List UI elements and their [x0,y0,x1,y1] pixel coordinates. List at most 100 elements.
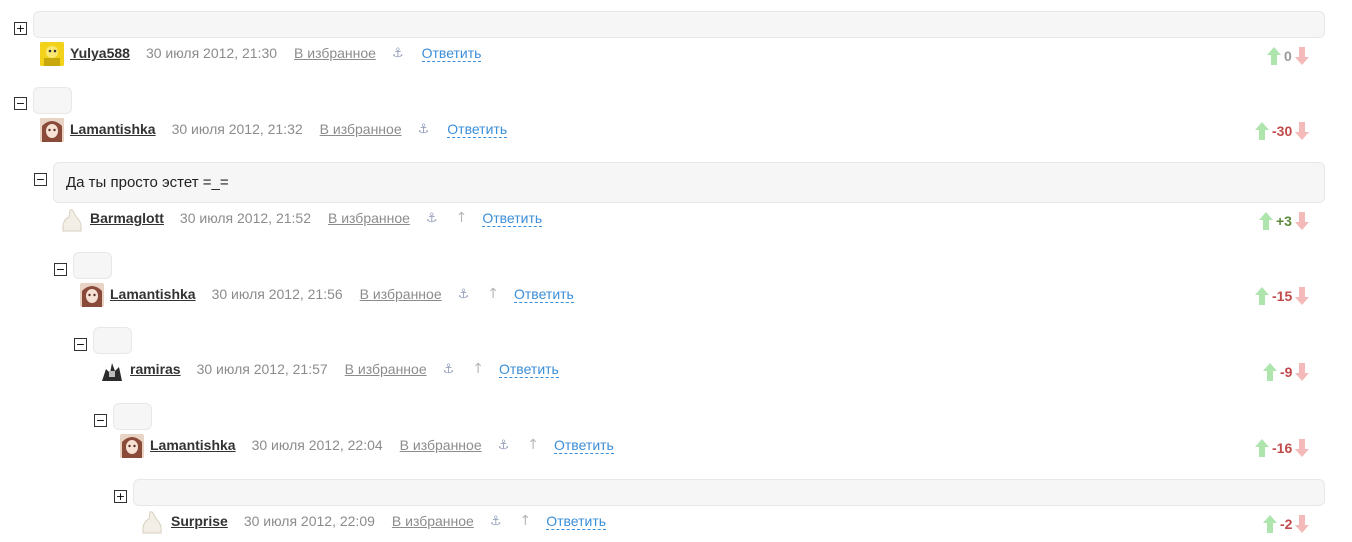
comment-score: -30 [1272,123,1293,139]
avatar[interactable] [80,283,104,307]
parent-comment-arrow-icon[interactable]: ↑ [487,286,499,302]
comment-meta: Barmaglott 30 июля 2012, 21:52 В избранн… [84,208,543,228]
anime-girl-avatar-icon [80,283,104,307]
vote-up-icon[interactable] [1254,121,1270,141]
comment-score: -9 [1280,364,1293,380]
comment-score: 0 [1284,48,1292,64]
reply-link[interactable]: Ответить [447,121,508,138]
comment-body [133,479,1325,506]
collapse-toggle[interactable]: − [54,263,67,276]
vote-down-icon[interactable] [1294,211,1310,231]
comment-date: 30 июля 2012, 21:30 [145,45,278,61]
username-link[interactable]: Lamantishka [110,286,196,302]
comment-date: 30 июля 2012, 21:52 [179,210,311,226]
username-link[interactable]: Barmaglott [90,210,164,226]
parent-comment-arrow-icon[interactable]: ↑ [456,210,468,226]
comment-score: +3 [1276,213,1292,229]
anchor-icon[interactable]: ⚓ [490,514,502,529]
reply-link[interactable]: Ответить [514,286,574,303]
vote-down-icon[interactable] [1294,514,1310,534]
expand-toggle[interactable]: + [14,22,27,35]
add-to-favorites-link[interactable]: В избранное [392,513,474,529]
comment-body [33,11,1325,38]
username-link[interactable]: ramiras [130,361,181,377]
avatar[interactable] [140,510,164,534]
anchor-icon[interactable]: ⚓ [458,287,470,302]
yellow-character-avatar-icon [40,42,64,66]
vote-widget: -16 [1254,438,1310,458]
avatar[interactable] [60,208,84,232]
comment-meta: Surprise 30 июля 2012, 22:09 В избранное… [165,511,607,531]
avatar[interactable] [40,42,64,66]
add-to-favorites-link[interactable]: В избранное [328,210,410,226]
comment-date: 30 июля 2012, 21:56 [211,286,343,302]
reply-link[interactable]: Ответить [499,361,559,378]
parent-comment-arrow-icon[interactable]: ↑ [472,361,484,377]
reply-link[interactable]: Ответить [482,210,543,227]
collapse-toggle[interactable]: − [14,97,27,110]
parent-comment-arrow-icon[interactable]: ↑ [519,513,531,529]
vote-up-icon[interactable] [1262,362,1278,382]
username-link[interactable]: Lamantishka [70,121,156,137]
comment-body [113,403,152,430]
parent-comment-arrow-icon[interactable]: ↑ [527,437,539,453]
collapse-toggle[interactable]: − [34,173,47,186]
vote-down-icon[interactable] [1294,121,1310,141]
username-link[interactable]: Lamantishka [150,437,236,453]
vote-widget: -30 [1254,121,1310,141]
comment-text: Да ты просто эстет =_= [66,174,229,191]
anime-girl-avatar-icon [40,118,64,142]
comment-date: 30 июля 2012, 22:04 [251,437,383,453]
comment-meta: Yulya588 30 июля 2012, 21:30 В избранное… [64,43,482,63]
comment-meta: Lamantishka 30 июля 2012, 21:32 В избран… [64,119,508,139]
vote-widget: +3 [1258,211,1310,231]
avatar[interactable] [100,359,124,383]
anchor-icon[interactable]: ⚓ [426,211,438,226]
vote-widget: -9 [1262,362,1310,382]
add-to-favorites-link[interactable]: В избранное [360,286,442,302]
avatar[interactable] [40,118,64,142]
collapse-toggle[interactable]: − [74,338,87,351]
default-avatar-icon [62,209,82,232]
add-to-favorites-link[interactable]: В избранное [400,437,482,453]
comment-date: 30 июля 2012, 21:32 [171,121,303,137]
vote-widget: 0 [1266,46,1310,66]
expand-toggle[interactable]: + [114,490,127,503]
reply-link[interactable]: Ответить [546,513,607,530]
comment-meta: ramiras 30 июля 2012, 21:57 В избранное … [124,359,559,379]
vote-up-icon[interactable] [1258,211,1274,231]
username-link[interactable]: Surprise [171,513,228,529]
anchor-icon[interactable]: ⚓ [392,46,404,61]
comment-score: -16 [1272,440,1293,456]
add-to-favorites-link[interactable]: В избранное [320,121,402,137]
collapse-toggle[interactable]: − [94,414,107,427]
default-avatar-icon [142,511,162,534]
vote-widget: -15 [1254,286,1310,306]
anchor-icon[interactable]: ⚓ [498,438,510,453]
anchor-icon[interactable]: ⚓ [418,122,430,137]
comment-date: 30 июля 2012, 21:57 [196,361,328,377]
comment-score: -2 [1280,516,1293,532]
vote-down-icon[interactable] [1294,46,1310,66]
anchor-icon[interactable]: ⚓ [443,362,455,377]
vote-up-icon[interactable] [1262,514,1278,534]
add-to-favorites-link[interactable]: В избранное [345,361,427,377]
vote-down-icon[interactable] [1294,286,1310,306]
vote-up-icon[interactable] [1254,438,1270,458]
avatar[interactable] [120,434,144,458]
comment-body [93,327,132,354]
vote-up-icon[interactable] [1266,46,1282,66]
dark-figure-avatar-icon [100,359,124,383]
comment-meta: Lamantishka 30 июля 2012, 22:04 В избран… [144,435,614,455]
reply-link[interactable]: Ответить [554,437,614,454]
reply-link[interactable]: Ответить [421,45,482,62]
comment-body [33,87,72,114]
vote-up-icon[interactable] [1254,286,1270,306]
vote-down-icon[interactable] [1294,362,1310,382]
comment-body: Да ты просто эстет =_= [53,162,1325,203]
anime-girl-avatar-icon [120,434,144,458]
username-link[interactable]: Yulya588 [70,45,130,61]
add-to-favorites-link[interactable]: В избранное [294,45,376,61]
vote-widget: -2 [1262,514,1310,534]
vote-down-icon[interactable] [1294,438,1310,458]
